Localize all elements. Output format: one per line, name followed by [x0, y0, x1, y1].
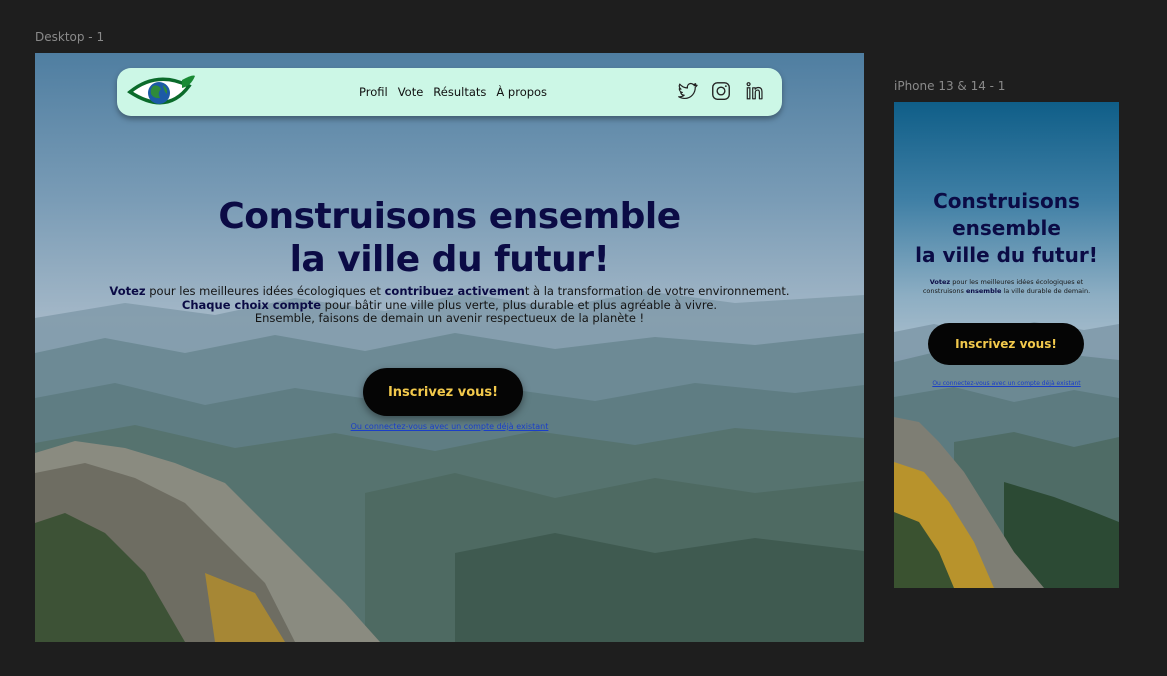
hero-paragraph-2: Chaque choix compte pour bâtir une ville…: [35, 297, 864, 313]
mobile-login-link[interactable]: Ou connectez-vous avec un compte déjà ex…: [894, 380, 1119, 387]
signup-button[interactable]: Inscrivez vous!: [363, 368, 523, 416]
mobile-frame: Construisons ensemble la ville du futur!…: [894, 102, 1119, 588]
hero-bold-votez: Votez: [109, 284, 146, 298]
hero-description: Votez pour les meilleures idées écologiq…: [35, 284, 864, 326]
mobile-signup-button[interactable]: Inscrivez vous!: [928, 323, 1084, 365]
hero-title-line-2: la ville du futur!: [289, 239, 610, 280]
login-link[interactable]: Ou connectez-vous avec un compte déjà ex…: [35, 422, 864, 431]
hero-text-segment: pour les meilleures idées écologiques et: [145, 284, 385, 298]
desktop-frame: Profil Vote Résultats À propos Construis…: [35, 53, 864, 642]
nav-item-a-propos[interactable]: À propos: [496, 85, 547, 99]
mobile-frame-label: iPhone 13 & 14 - 1: [894, 79, 1006, 93]
mobile-text-segment: pour les meilleures idées écologiques et: [950, 278, 1084, 286]
nav-item-profil[interactable]: Profil: [359, 85, 388, 99]
mobile-paragraph-1: Votez pour les meilleures idées écologiq…: [894, 278, 1119, 287]
nav-item-vote[interactable]: Vote: [398, 85, 424, 99]
mobile-text-segment: construisons: [922, 287, 966, 295]
hero-text-segment: t à la transformation de votre environne…: [524, 284, 790, 298]
hero-bold-contribuez: contribuez activemen: [384, 284, 525, 298]
mobile-bold-ensemble: ensemble: [965, 287, 1002, 295]
mobile-hero-description: Votez pour les meilleures idées écologiq…: [894, 278, 1119, 296]
hero-bold-chaque-choix: Chaque choix compte: [181, 297, 322, 312]
nav-item-resultats[interactable]: Résultats: [433, 85, 486, 99]
navbar: Profil Vote Résultats À propos: [117, 68, 782, 116]
instagram-icon[interactable]: [710, 80, 732, 102]
hero-text-segment: pour bâtir une ville plus verte, plus du…: [321, 297, 718, 312]
mobile-title-line-1: Construisons: [933, 189, 1080, 213]
hero-title-line-1: Construisons ensemble: [218, 196, 681, 237]
eye-globe-logo-icon[interactable]: [127, 72, 197, 112]
mobile-title-line-3: la ville du futur!: [915, 243, 1098, 267]
mobile-title-line-2: ensemble: [952, 216, 1061, 240]
desktop-frame-label: Desktop - 1: [35, 30, 105, 44]
linkedin-icon[interactable]: [744, 80, 766, 102]
hero-paragraph-1: Votez pour les meilleures idées écologiq…: [35, 284, 864, 299]
hero-title: Construisons ensemble la ville du futur!: [35, 195, 864, 281]
twitter-icon[interactable]: [676, 80, 698, 102]
mobile-bold-votez: Votez: [929, 278, 951, 286]
mobile-hero-title: Construisons ensemble la ville du futur!: [894, 188, 1119, 269]
mobile-paragraph-2: construisons ensemble la ville durable d…: [894, 287, 1119, 296]
mobile-text-segment: la ville durable de demain.: [1001, 287, 1091, 295]
hero-paragraph-3: Ensemble, faisons de demain un avenir re…: [254, 311, 645, 325]
mountain-landscape-image: [35, 53, 864, 642]
